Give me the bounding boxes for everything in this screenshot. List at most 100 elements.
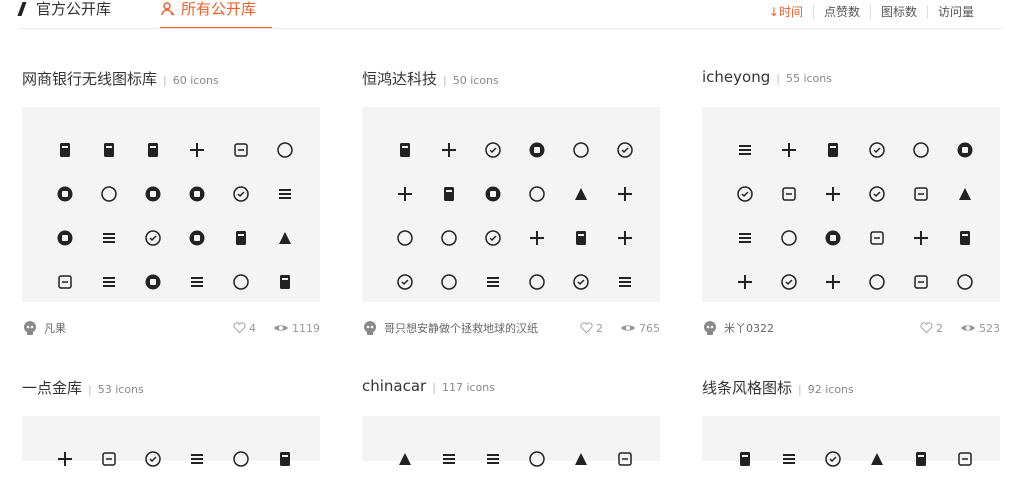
trash-icon[interactable] [263, 260, 307, 304]
compass-icon[interactable] [263, 437, 307, 481]
send-icon[interactable] [559, 128, 603, 172]
user-list-icon[interactable] [943, 260, 987, 304]
icon-preview-panel[interactable] [362, 416, 660, 467]
coupon-circle-icon[interactable] [131, 260, 175, 304]
user-circle-icon[interactable] [263, 128, 307, 172]
chevron-down-icon[interactable] [471, 437, 515, 481]
clipboard-icon[interactable] [471, 172, 515, 216]
search-icon[interactable] [723, 128, 767, 172]
location-outline-icon[interactable] [855, 437, 899, 481]
user-icon[interactable] [767, 128, 811, 172]
hand-coin-icon[interactable] [131, 172, 175, 216]
clock-screen-icon[interactable] [899, 260, 943, 304]
shield-icon[interactable] [515, 128, 559, 172]
database-icon[interactable] [43, 260, 87, 304]
avatar[interactable] [22, 320, 38, 336]
phone-circle-icon[interactable] [767, 260, 811, 304]
avatar[interactable] [702, 320, 718, 336]
tab-official-library[interactable]: 官方公开库 [20, 0, 111, 24]
folder-send-icon[interactable] [427, 216, 471, 260]
upload-circle-icon[interactable] [43, 216, 87, 260]
phone-call-icon[interactable] [131, 128, 175, 172]
telephone-icon[interactable] [811, 260, 855, 304]
speedometer-icon[interactable] [767, 216, 811, 260]
card-circle-icon[interactable] [263, 172, 307, 216]
lightbulb-icon[interactable] [87, 437, 131, 481]
pin-icon[interactable] [723, 260, 767, 304]
fingerprint-icon[interactable] [767, 172, 811, 216]
bus-icon[interactable] [383, 437, 427, 481]
brush-icon[interactable] [43, 437, 87, 481]
link-heart-icon[interactable] [603, 172, 647, 216]
heart-outline-icon[interactable] [767, 437, 811, 481]
heart-icon[interactable] [920, 322, 933, 334]
icon-preview-panel[interactable] [362, 107, 660, 302]
library-name[interactable]: chinacar [362, 377, 426, 395]
refresh-icon[interactable] [515, 172, 559, 216]
more-vertical-icon[interactable] [383, 260, 427, 304]
list-doc-icon[interactable] [175, 172, 219, 216]
reply-icon[interactable] [427, 172, 471, 216]
book-icon[interactable] [383, 216, 427, 260]
sort-by-likes[interactable]: 点赞数 [812, 5, 870, 19]
telephone-2-icon[interactable] [855, 260, 899, 304]
paper-plane-icon[interactable] [175, 437, 219, 481]
compass-dark-icon[interactable] [219, 437, 263, 481]
settings-outline-icon[interactable] [899, 437, 943, 481]
library-name[interactable]: 网商银行无线图标库 [22, 68, 157, 89]
users-outline-icon[interactable] [811, 437, 855, 481]
icon-preview-panel[interactable] [22, 416, 320, 467]
link-icon[interactable] [383, 128, 427, 172]
doc-yen-icon[interactable] [559, 437, 603, 481]
scan-frame-icon[interactable] [219, 260, 263, 304]
calendar-check-icon[interactable] [219, 128, 263, 172]
user-card-icon[interactable] [559, 172, 603, 216]
truck-icon[interactable] [603, 437, 647, 481]
author-name[interactable]: 哥只想安静做个拯救地球的汉纸 [384, 320, 538, 336]
printer-check-icon[interactable] [427, 260, 471, 304]
icon-preview-panel[interactable] [702, 416, 1000, 467]
money-bag-icon[interactable] [131, 216, 175, 260]
heart-icon[interactable] [580, 322, 593, 334]
clock-outline-icon[interactable] [943, 437, 987, 481]
all-badge-icon[interactable] [559, 260, 603, 304]
dollar-circle-icon[interactable] [471, 128, 515, 172]
fingerprint-2-icon[interactable] [811, 172, 855, 216]
arrow-circle-icon[interactable] [855, 128, 899, 172]
crop-icon[interactable] [899, 128, 943, 172]
check-circle-icon[interactable] [219, 216, 263, 260]
card-phone-icon[interactable] [603, 128, 647, 172]
phone-book-icon[interactable] [175, 128, 219, 172]
location-icon[interactable] [943, 172, 987, 216]
heart-icon[interactable] [233, 322, 246, 334]
trend-chart-icon[interactable] [87, 260, 131, 304]
shield-check-icon[interactable] [43, 128, 87, 172]
tab-all-library[interactable]: 所有公开库 [160, 0, 256, 24]
copy-icon[interactable] [603, 216, 647, 260]
target-icon[interactable] [855, 172, 899, 216]
icon-preview-panel[interactable] [22, 107, 320, 302]
library-name[interactable]: 线条风格图标 [702, 377, 792, 398]
router-icon[interactable] [515, 216, 559, 260]
yen-circle-icon[interactable] [175, 216, 219, 260]
avatar[interactable] [362, 320, 378, 336]
link-broken-icon[interactable] [43, 172, 87, 216]
user-outline-icon[interactable] [723, 437, 767, 481]
sort-by-views[interactable]: 访问量 [926, 5, 984, 19]
arrow-right-circle-icon[interactable] [811, 128, 855, 172]
chat-bubble-icon[interactable] [87, 128, 131, 172]
medical-kit-icon[interactable] [855, 216, 899, 260]
author-name[interactable]: 凡果 [44, 320, 66, 336]
car-char-icon[interactable] [899, 172, 943, 216]
library-name[interactable]: icheyong [702, 68, 770, 86]
calculator-circle-icon[interactable] [87, 216, 131, 260]
badge-shield-icon[interactable] [943, 128, 987, 172]
calendar-grid-icon[interactable] [219, 172, 263, 216]
bar-chart-icon[interactable] [175, 260, 219, 304]
calendar-star-icon[interactable] [515, 437, 559, 481]
monitor-chat-icon[interactable] [427, 128, 471, 172]
pie-chart-icon[interactable] [87, 172, 131, 216]
id-card-icon[interactable] [383, 172, 427, 216]
phone-icon[interactable] [131, 437, 175, 481]
forbidden-icon[interactable] [471, 216, 515, 260]
